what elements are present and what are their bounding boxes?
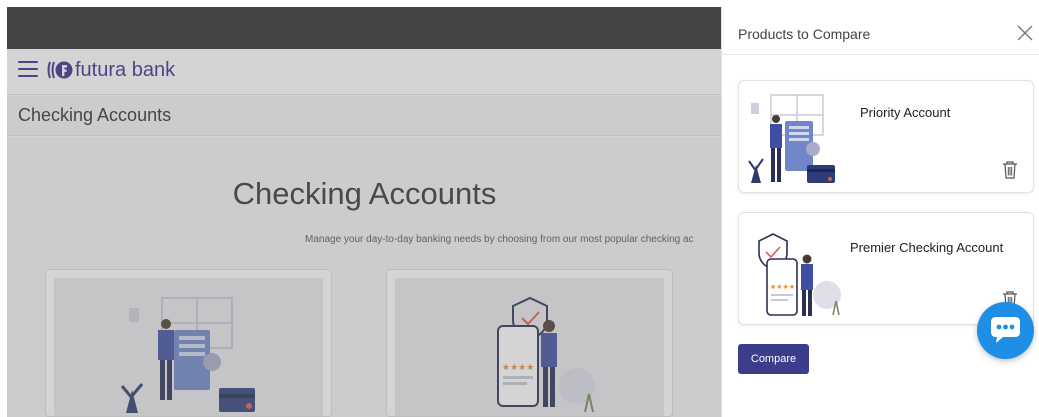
compare-product-card: Priority Account (738, 80, 1034, 193)
person-with-document-illustration (748, 94, 835, 183)
chat-button[interactable] (977, 302, 1034, 359)
chat-bubble-icon (991, 317, 1020, 343)
trash-icon[interactable] (1002, 161, 1018, 179)
svg-text:★★★★: ★★★★ (770, 283, 795, 291)
product-name: Premier Checking Account (850, 240, 1004, 255)
left-frame-edge (0, 0, 7, 417)
phone-with-shield-illustration: ★★★★ (758, 233, 841, 316)
modal-backdrop[interactable] (7, 7, 721, 417)
drawer-title: Products to Compare (738, 26, 871, 42)
compare-button[interactable]: Compare (738, 344, 809, 374)
top-frame-edge (0, 0, 1039, 7)
close-icon[interactable] (1017, 25, 1033, 41)
product-name: Priority Account (860, 105, 951, 120)
drawer-header: Products to Compare (722, 7, 1039, 55)
